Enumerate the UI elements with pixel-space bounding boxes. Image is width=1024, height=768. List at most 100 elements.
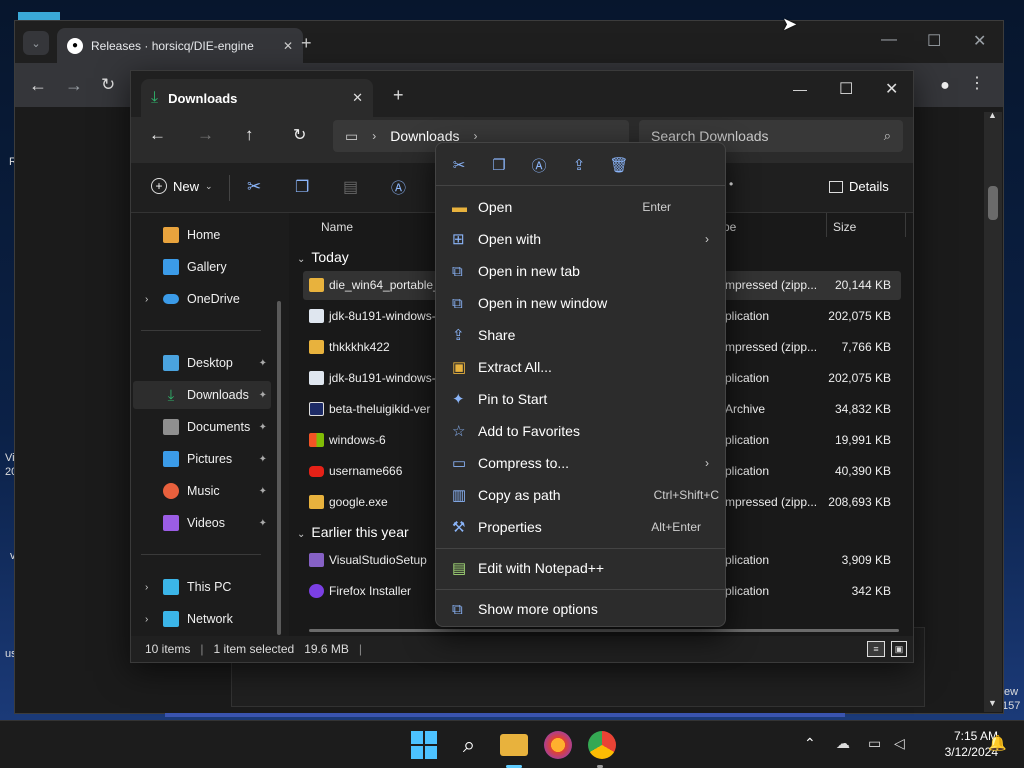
music-icon [163, 483, 179, 499]
reload-icon[interactable]: ↻ [101, 75, 115, 95]
search-icon[interactable]: ⌕ [455, 731, 483, 759]
forward-icon[interactable]: → [65, 75, 83, 96]
desktop-icon [163, 355, 179, 371]
close-tab-icon[interactable]: ✕ [283, 39, 293, 53]
nav-item-pictures[interactable]: Pictures ✦ [133, 445, 271, 473]
forward-icon[interactable]: → [197, 125, 214, 145]
explorer-tab-downloads[interactable]: ⤓ Downloads ✕ [141, 79, 373, 117]
maximize-icon[interactable]: ☐ [927, 31, 941, 51]
chevron-right-icon[interactable]: › [145, 294, 148, 305]
firefox-icon[interactable] [544, 731, 572, 759]
search-icon: ⌕ [883, 128, 891, 143]
chrome-tab-releases[interactable]: ● Releases · horsicq/DIE-engine ✕ [57, 28, 303, 63]
menu-separator [436, 548, 725, 549]
column-divider[interactable] [826, 213, 827, 237]
nav-item-network[interactable]: › Network [133, 605, 271, 633]
scroll-up-icon[interactable]: ▲ [988, 110, 997, 120]
group-header-today[interactable]: ⌄ Today [297, 249, 349, 265]
back-icon[interactable]: ← [149, 125, 166, 145]
menu-item-open-new-tab[interactable]: ⧉ Open in new tab [440, 256, 721, 286]
minimize-icon[interactable]: — [793, 81, 807, 97]
share-icon[interactable]: ⇪ [566, 153, 592, 177]
more-icon[interactable]: • [729, 177, 733, 191]
new-tab-button[interactable]: + [301, 33, 312, 54]
up-icon[interactable]: ↑ [245, 125, 254, 145]
breadcrumb-chevron-icon[interactable]: › [474, 129, 478, 143]
details-view-icon[interactable]: ≡ [867, 641, 885, 657]
back-icon[interactable]: ← [29, 75, 47, 96]
menu-item-open[interactable]: ▬ Open Enter [440, 192, 721, 222]
onedrive-cloud-icon[interactable]: ☁ [836, 735, 850, 752]
nav-item-gallery[interactable]: Gallery [133, 253, 271, 281]
clock[interactable]: 7:15 AM 3/12/2024 [918, 728, 998, 760]
nav-item-music[interactable]: Music ✦ [133, 477, 271, 505]
nav-item-downloads[interactable]: ⤓ Downloads ✦ [133, 381, 271, 409]
rename-icon[interactable]: Ⓐ [391, 177, 406, 198]
nav-scrollbar[interactable] [277, 301, 281, 635]
file-type: mpressed (zipp... [725, 495, 818, 509]
menu-item-properties[interactable]: ⚒ Properties Alt+Enter [440, 512, 721, 542]
notification-bell-icon[interactable]: 🔔 [988, 734, 1007, 752]
chevron-right-icon[interactable]: › [145, 614, 148, 625]
pin-icon: ✦ [258, 389, 267, 401]
tab-search-chevron-icon[interactable]: ⌄ [23, 31, 49, 55]
horizontal-scrollbar[interactable] [309, 629, 899, 632]
menu-item-pin-to-start[interactable]: ✦ Pin to Start [440, 384, 721, 414]
status-divider: | [358, 642, 363, 656]
paste-icon[interactable]: ▤ [343, 177, 358, 197]
nav-item-home[interactable]: Home [133, 221, 271, 249]
file-explorer-icon[interactable] [500, 734, 528, 756]
menu-item-compress-to[interactable]: ▭ Compress to... › [440, 448, 721, 478]
nav-item-onedrive[interactable]: › OneDrive [133, 285, 271, 313]
chevron-right-icon[interactable]: › [145, 582, 148, 593]
menu-item-open-new-window[interactable]: ⧉ Open in new window [440, 288, 721, 318]
new-button[interactable]: + New ⌄ [151, 178, 213, 194]
menu-kebab-icon[interactable]: ⋮ [969, 73, 985, 93]
start-button[interactable] [411, 731, 439, 759]
group-header-earlier[interactable]: ⌄ Earlier this year [297, 524, 409, 540]
windows-icon [309, 433, 324, 447]
profile-icon[interactable]: ● [931, 73, 959, 99]
menu-item-copy-as-path[interactable]: ▥ Copy as path Ctrl+Shift+C [440, 480, 721, 510]
chrome-scroll-thumb[interactable] [988, 186, 998, 220]
menu-item-add-to-favorites[interactable]: ☆ Add to Favorites [440, 416, 721, 446]
rename-icon[interactable]: Ⓐ [526, 153, 552, 177]
cut-icon[interactable]: ✂ [446, 153, 472, 177]
column-header-name[interactable]: Name [321, 220, 353, 234]
menu-item-share[interactable]: ⇪ Share [440, 320, 721, 350]
chrome-icon[interactable] [588, 731, 616, 759]
file-name: VisualStudioSetup [329, 553, 427, 567]
column-divider[interactable] [905, 213, 906, 237]
open-with-icon: ⊞ [452, 231, 465, 248]
column-header-size[interactable]: Size [833, 220, 856, 234]
chevron-right-icon: › [705, 456, 709, 470]
menu-item-label: Share [478, 327, 516, 343]
maximize-icon[interactable]: ☐ [839, 79, 853, 99]
copy-icon[interactable]: ❐ [486, 153, 512, 177]
delete-icon[interactable]: 🗑 [606, 153, 632, 177]
menu-item-open-with[interactable]: ⊞ Open with › [440, 224, 721, 254]
details-button[interactable]: Details [829, 179, 889, 194]
refresh-icon[interactable]: ↻ [293, 125, 306, 145]
nav-item-videos[interactable]: Videos ✦ [133, 509, 271, 537]
menu-item-show-more-options[interactable]: ⧉ Show more options [440, 594, 721, 624]
copy-icon[interactable]: ❐ [295, 177, 309, 197]
network-status-icon[interactable]: ▭ [868, 735, 881, 752]
file-name: username666 [329, 464, 403, 478]
close-tab-icon[interactable]: ✕ [352, 90, 363, 106]
nav-item-this-pc[interactable]: › This PC [133, 573, 271, 601]
close-window-icon[interactable]: ✕ [973, 31, 986, 51]
minimize-icon[interactable]: — [881, 31, 897, 49]
cut-icon[interactable]: ✂ [247, 177, 261, 197]
volume-muted-icon[interactable]: ◁ [894, 735, 905, 752]
menu-item-extract-all[interactable]: ▣ Extract All... [440, 352, 721, 382]
nav-item-label: This PC [187, 580, 232, 594]
chevron-up-icon[interactable]: ⌃ [804, 735, 816, 752]
new-tab-button[interactable]: + [393, 85, 404, 106]
menu-item-edit-notepadpp[interactable]: ▤ Edit with Notepad++ [440, 553, 721, 583]
nav-item-desktop[interactable]: Desktop ✦ [133, 349, 271, 377]
nav-item-documents[interactable]: Documents ✦ [133, 413, 271, 441]
close-window-icon[interactable]: ✕ [885, 79, 898, 99]
tiles-view-icon[interactable]: ▣ [891, 641, 907, 657]
scroll-down-icon[interactable]: ▼ [988, 698, 997, 708]
